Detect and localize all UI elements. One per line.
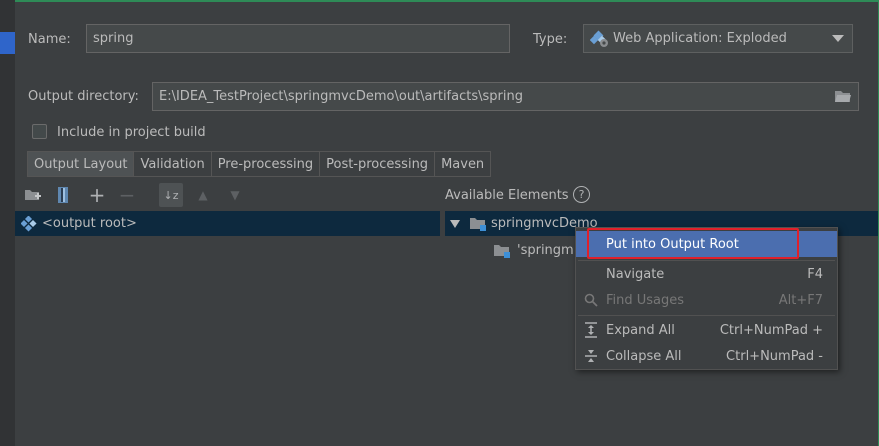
tab-output-layout[interactable]: Output Layout: [27, 151, 135, 177]
menu-item-label: Collapse All: [606, 348, 682, 364]
menu-item-label: Navigate: [606, 266, 665, 282]
move-down-icon[interactable]: ▼: [225, 185, 245, 205]
menu-item-label: Expand All: [606, 322, 675, 338]
available-elements-title: Available Elements: [445, 188, 569, 203]
menu-item-label: Find Usages: [606, 292, 685, 308]
name-label: Name:: [28, 32, 71, 47]
menu-item-shortcut: F4: [807, 266, 823, 282]
tab-maven[interactable]: Maven: [435, 151, 492, 177]
tab-validation[interactable]: Validation: [134, 151, 212, 177]
create-directory-icon[interactable]: [23, 185, 43, 205]
layout-toolbar: + − ↓z ▲ ▼: [15, 180, 440, 210]
chevron-down-icon: [832, 35, 844, 42]
artifact-list-selection[interactable]: [0, 32, 15, 54]
annotation-highlight-box: [587, 228, 799, 259]
menu-item-expand-all[interactable]: Expand All Ctrl+NumPad +: [576, 317, 837, 343]
collapse-all-icon: [582, 347, 600, 365]
name-field[interactable]: spring: [86, 24, 510, 53]
include-build-label: Include in project build: [57, 125, 206, 140]
module-child-row[interactable]: 'springm: [493, 239, 574, 261]
type-combo[interactable]: Web Application: Exploded: [583, 24, 853, 53]
help-icon[interactable]: ?: [573, 186, 590, 203]
menu-item-navigate[interactable]: Navigate F4: [576, 261, 837, 287]
archive-icon[interactable]: [53, 185, 73, 205]
web-app-icon: [589, 30, 610, 48]
remove-icon[interactable]: −: [117, 183, 137, 207]
output-root-row[interactable]: <output root>: [15, 211, 440, 236]
add-icon[interactable]: +: [87, 183, 107, 207]
module-child-label: 'springm: [517, 242, 574, 258]
window-top-border: [0, 0, 879, 2]
menu-item-shortcut: Alt+F7: [778, 292, 823, 308]
search-icon: [582, 291, 600, 309]
expand-arrow-icon[interactable]: [450, 219, 460, 228]
menu-item-shortcut: Ctrl+NumPad +: [719, 322, 823, 338]
sort-icon[interactable]: ↓z: [159, 183, 183, 207]
output-root-label: <output root>: [42, 216, 137, 231]
menu-separator: [578, 315, 835, 316]
output-dir-label: Output directory:: [28, 89, 139, 104]
module-folder-icon: [469, 216, 487, 231]
menu-item-collapse-all[interactable]: Collapse All Ctrl+NumPad -: [576, 343, 837, 369]
output-root-icon: [20, 214, 37, 232]
menu-item-shortcut: Ctrl+NumPad -: [726, 348, 823, 364]
artifact-list-strip[interactable]: [0, 0, 15, 446]
type-label: Type:: [533, 32, 568, 47]
folder-browse-icon[interactable]: [834, 89, 852, 108]
include-build-checkbox[interactable]: [32, 124, 47, 139]
tab-post-processing[interactable]: Post-processing: [320, 151, 436, 177]
output-dir-field[interactable]: E:\IDEA_TestProject\springmvcDemo\out\ar…: [152, 82, 859, 111]
tab-pre-processing[interactable]: Pre-processing: [211, 151, 321, 177]
name-field-value: spring: [93, 31, 134, 46]
output-dir-value: E:\IDEA_TestProject\springmvcDemo\out\ar…: [159, 89, 523, 104]
type-combo-value: Web Application: Exploded: [613, 31, 787, 46]
folder-icon: [493, 243, 511, 258]
move-up-icon[interactable]: ▲: [193, 185, 213, 205]
expand-all-icon: [582, 321, 600, 339]
artifact-tabs: Output Layout Validation Pre-processing …: [27, 151, 492, 177]
menu-item-find-usages[interactable]: Find Usages Alt+F7: [576, 287, 837, 313]
